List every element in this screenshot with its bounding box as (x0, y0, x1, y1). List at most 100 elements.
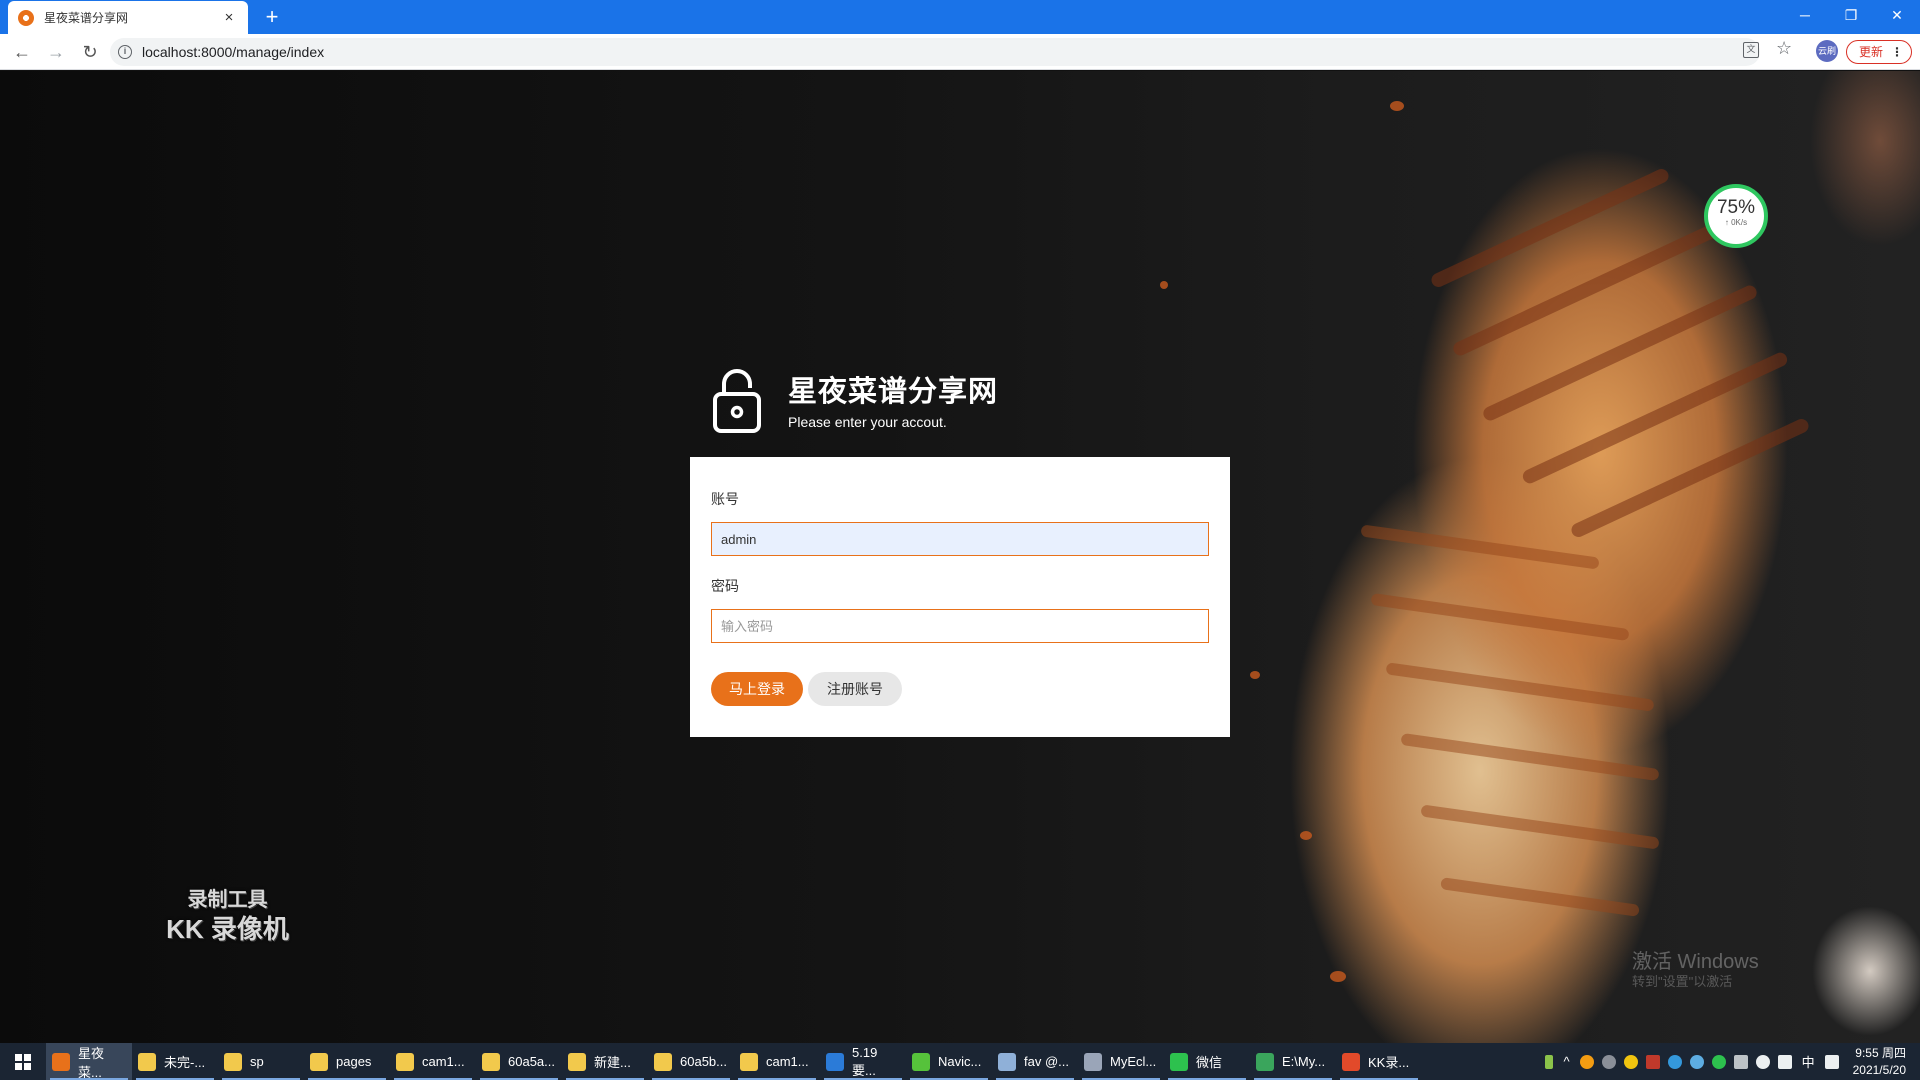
site-info-icon[interactable]: i (118, 45, 132, 59)
chrome-icon (52, 1052, 70, 1071)
browser-tab[interactable]: 星夜菜谱分享网 × (8, 1, 248, 34)
tray-app-icon[interactable] (1689, 1054, 1704, 1069)
folder-icon (224, 1052, 242, 1071)
tray-expand-icon[interactable]: ^ (1563, 1054, 1569, 1069)
battery-icon[interactable] (1545, 1054, 1554, 1069)
tray-app-icon[interactable] (1601, 1054, 1616, 1069)
network-speed-widget[interactable]: 75% ↑ 0K/s (1704, 184, 1768, 248)
taskbar-item-label: Navic... (938, 1054, 982, 1069)
taskbar-item[interactable]: E:\My... (1250, 1043, 1336, 1080)
login-page-background: 星夜菜谱分享网 Please enter your accout. 账号 密码 … (0, 71, 1920, 1043)
database-icon (998, 1052, 1016, 1071)
folder-icon (310, 1052, 328, 1071)
taskbar-item-label: E:\My... (1282, 1054, 1326, 1069)
volume-icon[interactable] (1777, 1054, 1792, 1069)
taskbar-item-label: fav @... (1024, 1054, 1069, 1069)
windows-taskbar: 星夜菜... 未完-... sp pages cam1... 60a5a... 新建... 6… (0, 1043, 1920, 1080)
tab-close-icon[interactable]: × (220, 9, 238, 26)
speed-rate: ↑ 0K/s (1724, 218, 1748, 227)
taskbar-item-label: 60a5b... (680, 1054, 727, 1069)
taskbar-item[interactable]: 5.19要... (820, 1043, 906, 1080)
taskbar-item-label: cam1... (766, 1054, 809, 1069)
spice-speck (1390, 101, 1404, 111)
speed-percent: 75% (1716, 197, 1756, 218)
tray-app-icon[interactable] (1733, 1054, 1748, 1069)
recorder-watermark-line2: KK 录像机 (166, 914, 289, 944)
taskbar-item[interactable]: Navic... (906, 1043, 992, 1080)
taskbar-item[interactable]: cam1... (390, 1043, 476, 1080)
folder-icon (138, 1052, 156, 1071)
taskbar-item-label: KK录... (1368, 1055, 1410, 1070)
bookmark-star-icon[interactable]: ☆ (1776, 38, 1792, 59)
vscode-icon (826, 1052, 844, 1071)
taskbar-item[interactable]: 新建... (562, 1043, 648, 1080)
clock-date: 2021/5/20 (1852, 1062, 1906, 1077)
recorder-watermark-line1: 录制工具 (187, 889, 268, 911)
password-label: 密码 (711, 578, 739, 594)
tray-app-icon[interactable] (1667, 1054, 1682, 1069)
start-button[interactable] (0, 1043, 46, 1080)
grill-mark (1481, 283, 1759, 423)
taskbar-item[interactable]: MyEcl... (1078, 1043, 1164, 1080)
taskbar-item-label: 5.19要... (852, 1044, 878, 1078)
spice-speck (1330, 971, 1346, 982)
taskbar-item-label: sp (250, 1054, 264, 1069)
activate-windows-sub: 转到"设置"以激活 (1632, 974, 1733, 989)
taskbar-item[interactable]: cam1... (734, 1043, 820, 1080)
profile-avatar[interactable]: 云刷 (1816, 40, 1838, 62)
kk-recorder-icon (1342, 1052, 1360, 1071)
keyboard-icon[interactable] (1824, 1054, 1839, 1069)
activate-windows-title: 激活 Windows (1632, 951, 1759, 973)
tray-app-icon[interactable] (1645, 1054, 1660, 1069)
url-text[interactable]: localhost:8000/manage/index (142, 44, 324, 60)
wifi-icon[interactable] (1755, 1054, 1770, 1069)
restore-button[interactable]: ❐ (1828, 0, 1874, 34)
taskbar-clock[interactable]: 9:55 周四 2021/5/20 (1853, 1045, 1906, 1079)
forward-button[interactable]: → (40, 36, 72, 68)
folder-icon (740, 1052, 758, 1071)
reload-button[interactable]: ↻ (74, 36, 106, 68)
update-button[interactable]: 更新 ⋮ (1846, 40, 1912, 64)
taskbar-item[interactable]: 未完-... (132, 1043, 218, 1080)
browser-titlebar: 星夜菜谱分享网 × + ─ ❐ ✕ (0, 0, 1920, 34)
taskbar-item[interactable]: sp (218, 1043, 304, 1080)
minimize-button[interactable]: ─ (1782, 0, 1828, 34)
menu-dots-icon[interactable]: ⋮ (1891, 41, 1903, 63)
taskbar-item[interactable]: 60a5a... (476, 1043, 562, 1080)
site-favicon-icon (18, 9, 34, 26)
close-window-button[interactable]: ✕ (1874, 0, 1920, 34)
account-input[interactable] (711, 522, 1209, 556)
folder-icon (482, 1052, 500, 1071)
password-input[interactable] (711, 609, 1209, 643)
tray-app-icon[interactable] (1579, 1054, 1594, 1069)
system-tray: ^ 中 9:55 周四 2021/5/20 (1541, 1043, 1920, 1080)
taskbar-item-label: cam1... (422, 1054, 465, 1069)
taskbar-item-label: 60a5a... (508, 1054, 555, 1069)
taskbar-items: 星夜菜... 未完-... sp pages cam1... 60a5a... 新建... 6… (46, 1043, 1422, 1080)
taskbar-item[interactable]: fav @... (992, 1043, 1078, 1080)
lock-icon (713, 369, 761, 433)
taskbar-item[interactable]: pages (304, 1043, 390, 1080)
wechat-tray-icon[interactable] (1711, 1054, 1726, 1069)
taskbar-item[interactable]: 微信 (1164, 1043, 1250, 1080)
new-tab-button[interactable]: + (258, 3, 286, 31)
navicat-icon (912, 1052, 930, 1071)
ime-indicator[interactable]: 中 (1802, 1052, 1815, 1071)
login-subtitle: Please enter your accout. (788, 414, 947, 430)
address-bar[interactable]: i localhost:8000/manage/index (110, 38, 1760, 66)
translate-icon[interactable]: 文 (1743, 42, 1759, 58)
tab-title: 星夜菜谱分享网 (44, 11, 129, 25)
register-button[interactable]: 注册账号 (808, 672, 902, 706)
windows-logo-icon (15, 1053, 31, 1070)
window-controls: ─ ❐ ✕ (1782, 0, 1920, 34)
taskbar-item[interactable]: KK录... (1336, 1043, 1422, 1080)
taskbar-item-label: 微信 (1196, 1055, 1223, 1070)
taskbar-item[interactable]: 60a5b... (648, 1043, 734, 1080)
login-button[interactable]: 马上登录 (711, 672, 803, 706)
login-form: 账号 密码 马上登录 注册账号 (690, 457, 1230, 737)
taskbar-item-label: 新建... (594, 1055, 631, 1070)
back-button[interactable]: ← (6, 36, 38, 68)
update-label: 更新 (1859, 45, 1884, 59)
tray-app-icon[interactable] (1623, 1054, 1638, 1069)
taskbar-item[interactable]: 星夜菜... (46, 1043, 132, 1080)
